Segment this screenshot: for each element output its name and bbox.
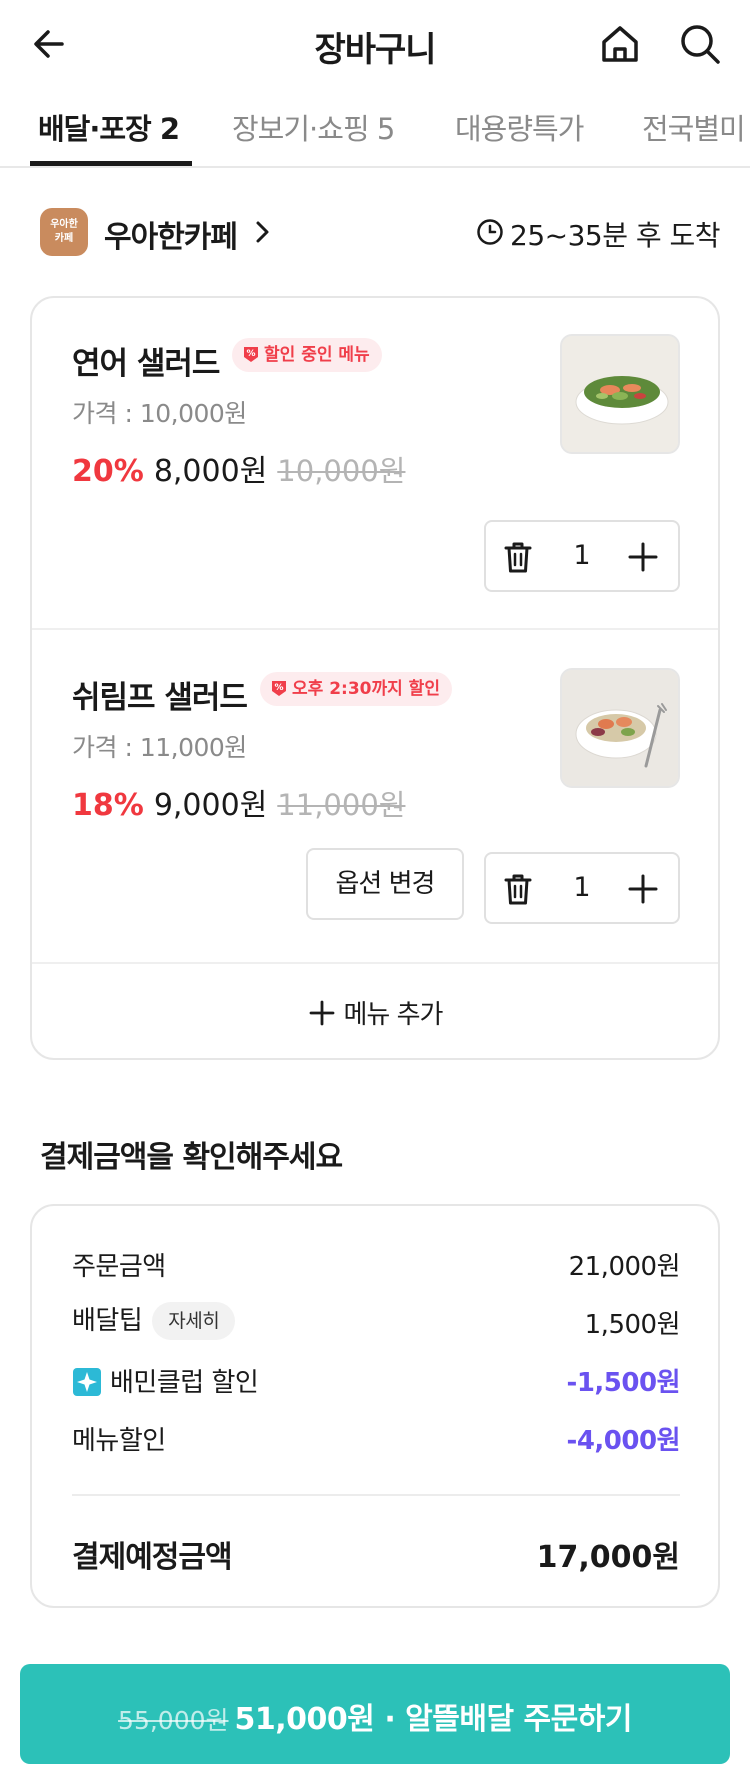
row-label: 주문금액 [72,1252,166,1282]
discount-tag-icon: % [272,681,286,696]
plus-icon[interactable] [626,540,660,574]
original-price: 10,000원 [277,454,406,488]
cart-item: 연어 샐러드 % 할인 중인 메뉴 가격 : 10,000원 20% 8,000원 1… [32,298,718,630]
discount-badge: % 할인 중인 메뉴 [232,338,382,372]
tab-delivery[interactable]: 배달·포장 2 [38,106,180,148]
category-tabs: 배달·포장 2 장보기·쇼핑 5 대용량특가 전국별미 [0,100,750,168]
price-row: 18% 9,000원 11,000원 [72,780,405,824]
order-amount-row: 주문금액 21,000원 [72,1242,681,1282]
store-name[interactable]: 우아한카페 [104,212,238,256]
badge-label: 오후 2:30까지 할인 [292,679,440,699]
add-menu-button[interactable]: 메뉴 추가 [32,964,718,1058]
chevron-right-icon[interactable] [250,218,274,246]
store-logo: 우아한 카페 [40,208,88,256]
item-base-price: 가격 : 11,000원 [72,733,247,762]
quantity-stepper: 1 [484,520,680,592]
clock-icon [476,218,504,246]
price-row: 20% 8,000원 10,000원 [72,446,405,490]
cart-items-card: 연어 샐러드 % 할인 중인 메뉴 가격 : 10,000원 20% 8,000원 1… [30,296,720,1060]
active-tab-indicator [30,161,192,166]
tab-bulk-deals[interactable]: 대용량특가 [455,106,584,148]
tab-regional[interactable]: 전국별미 [642,106,746,148]
discount-badge: % 오후 2:30까지 할인 [260,672,452,706]
payment-summary-card: 주문금액 21,000원 배달팁 자세히 1,500원 배민클럽 할인 -1,50… [30,1204,720,1608]
item-base-price: 가격 : 10,000원 [72,399,247,428]
home-icon[interactable] [596,20,644,68]
add-menu-label: 메뉴 추가 [343,1000,444,1030]
discount-tag-icon: % [244,347,258,362]
quantity-value: 1 [573,872,591,903]
item-thumbnail [560,334,680,454]
search-icon[interactable] [676,20,724,68]
original-price: 11,000원 [277,788,406,822]
order-original-price: 55,000원 [118,1706,229,1735]
quantity-stepper: 1 [484,852,680,924]
details-chip[interactable]: 자세히 [152,1302,236,1340]
total-row: 결제예정금액 17,000원 [72,1530,680,1576]
delivery-eta: 25~35분 후 도착 [510,219,721,252]
row-value: -4,000원 [566,1426,681,1456]
row-label: 배달팁 [72,1306,143,1336]
svg-text:%: % [274,683,283,693]
tab-shopping[interactable]: 장보기·쇼핑 5 [232,106,395,148]
discount-rate: 20% [72,454,144,489]
quantity-value: 1 [573,540,591,571]
item-name: 연어 샐러드 [72,346,220,382]
item-name: 쉬림프 샐러드 [72,680,248,716]
row-label: 메뉴할인 [72,1426,166,1456]
total-label: 결제예정금액 [72,1540,233,1575]
badge-label: 할인 중인 메뉴 [264,345,370,365]
menu-discount-row: 메뉴할인 -4,000원 [72,1416,681,1456]
change-option-button[interactable]: 옵션 변경 [306,848,464,920]
top-bar: 장바구니 [0,0,750,90]
sale-price: 8,000원 [153,454,268,489]
club-discount-row: 배민클럽 할인 -1,500원 [72,1358,681,1398]
divider [72,1494,680,1496]
plus-icon[interactable] [626,872,660,906]
svg-text:%: % [246,349,255,359]
plus-icon [309,1000,334,1026]
item-thumbnail [560,668,680,788]
baemin-club-icon [73,1368,101,1396]
payment-heading: 결제금액을 확인해주세요 [40,1140,343,1175]
sale-price: 9,000원 [153,788,268,823]
order-button-label: 51,000원 · 알뜰배달 주문하기 [234,1702,633,1737]
row-value: 1,500원 [584,1310,681,1340]
delivery-tip-row: 배달팁 자세히 1,500원 [72,1300,681,1340]
order-button[interactable]: 55,000원 51,000원 · 알뜰배달 주문하기 [20,1664,730,1764]
row-value: -1,500원 [566,1368,681,1398]
trash-icon[interactable] [502,540,534,574]
row-label: 배민클럽 할인 [110,1368,259,1398]
total-value: 17,000원 [536,1540,680,1575]
row-value: 21,000원 [568,1252,681,1282]
discount-rate: 18% [72,788,144,823]
trash-icon[interactable] [502,872,534,906]
